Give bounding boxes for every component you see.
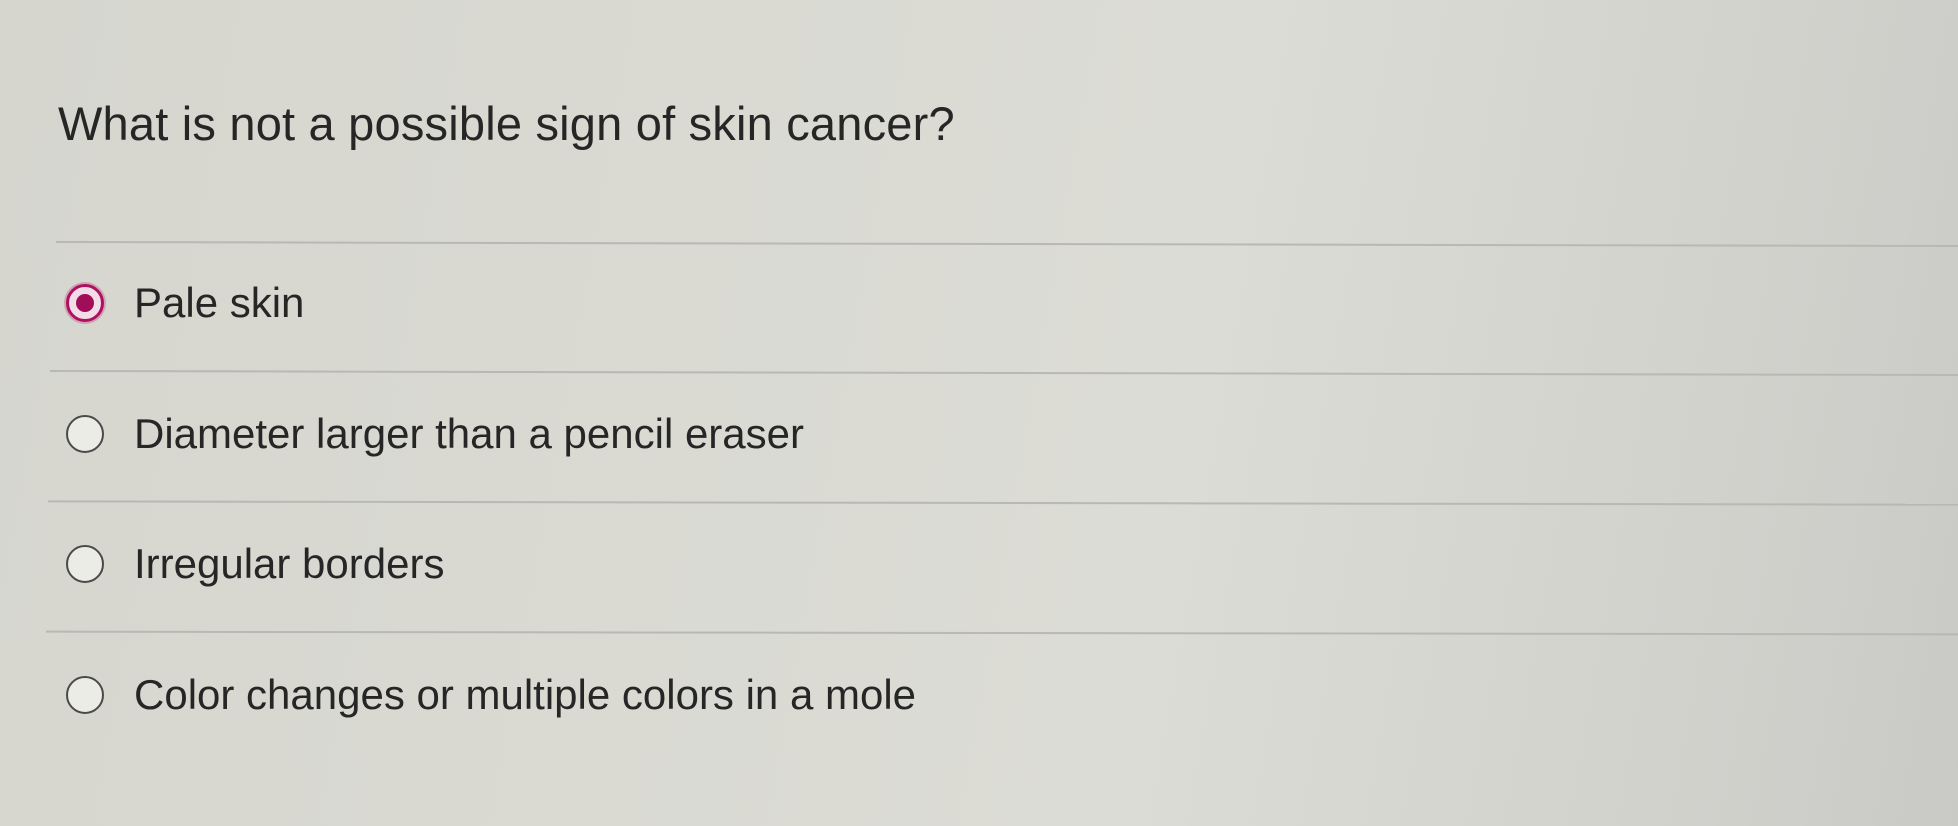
radio-unselected-icon[interactable] — [66, 676, 104, 714]
radio-selected-icon[interactable] — [66, 284, 104, 322]
option-irregular-borders[interactable]: Irregular borders — [66, 534, 444, 594]
radio-unselected-icon[interactable] — [66, 415, 104, 453]
option-label: Diameter larger than a pencil eraser — [134, 410, 804, 457]
radio-dot — [76, 294, 94, 312]
option-label: Pale skin — [134, 279, 305, 326]
divider — [55, 241, 1958, 247]
option-label: Irregular borders — [134, 540, 445, 587]
divider — [49, 370, 1958, 376]
question-text: What is not a possible sign of skin canc… — [58, 97, 955, 150]
option-pale-skin[interactable]: Pale skin — [66, 273, 304, 333]
option-diameter[interactable]: Diameter larger than a pencil eraser — [66, 404, 804, 464]
option-color-changes[interactable]: Color changes or multiple colors in a mo… — [66, 665, 916, 725]
divider — [45, 630, 1958, 636]
radio-unselected-icon[interactable] — [66, 545, 104, 583]
option-label: Color changes or multiple colors in a mo… — [134, 671, 917, 718]
divider — [47, 500, 1958, 506]
